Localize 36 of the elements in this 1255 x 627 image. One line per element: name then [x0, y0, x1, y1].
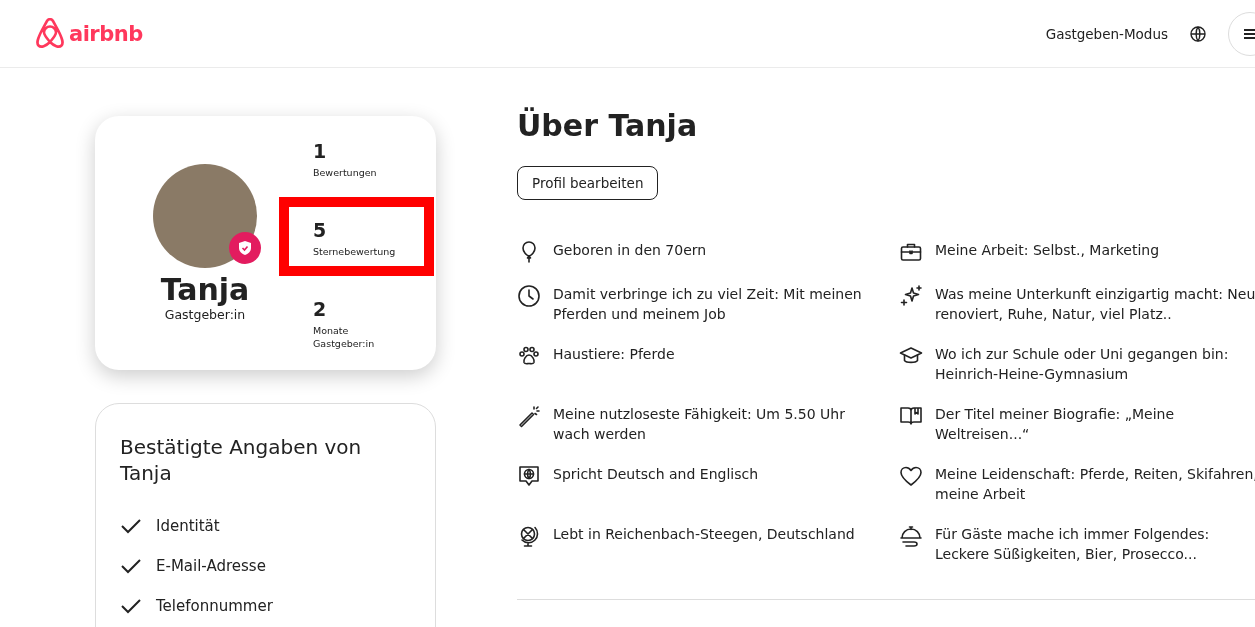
- stat-value: 2: [313, 298, 328, 320]
- heart-icon: [899, 464, 923, 488]
- cloche-icon: [899, 524, 923, 548]
- host-role: Gastgeber:in: [164, 307, 246, 322]
- profile-fact: Der Titel meiner Biografie: „Meine Weltreisen...“: [935, 405, 1176, 444]
- stat-value: 1: [313, 140, 328, 162]
- stat-label: Sternebewertung: [313, 245, 393, 258]
- logo-icon: [35, 17, 65, 50]
- profile-fact: Für Gäste mache ich immer Folgendes: Leckere Süßigkeiten, Bier, Prosecco...: [935, 525, 1211, 564]
- stat-label: Bewertungen: [313, 166, 378, 179]
- profile-fact: Geboren in den 70ern: [553, 241, 708, 260]
- profile-fact: Was meine Unterkunft einzigartig macht: Neu renoviert, Ruhe, Natur, viel Platz..: [935, 285, 1255, 324]
- profile-fact: Meine nutzloseste Fähigkeit: Um 5.50 Uhr wach werden: [553, 405, 846, 444]
- host-name: Tanja: [160, 272, 250, 307]
- host-mode-link[interactable]: Gastgeben-Modus: [1035, 15, 1178, 52]
- profile-fact: Lebt in Reichenbach-Steegen, Deutschland: [553, 525, 856, 544]
- card-title: Bestätigte Angaben von Tanja: [120, 434, 363, 486]
- profile-fact: Wo ich zur Schule oder Uni gegangen bin: Heinrich-Heine-Gymnasium: [935, 345, 1230, 384]
- stat-label: Monate Gastgeber:in: [313, 324, 376, 350]
- clock-icon: [517, 284, 541, 308]
- verified-item: Identität: [156, 517, 220, 535]
- magic-wand-icon: [517, 404, 541, 428]
- page-title: Über Tanja: [517, 108, 699, 144]
- verified-item: E-Mail-Adresse: [156, 557, 266, 575]
- sparkles-icon: [899, 284, 923, 308]
- book-icon: [899, 404, 923, 428]
- edit-profile-button[interactable]: Profil bearbeiten: [517, 166, 659, 200]
- profile-fact: Meine Arbeit: Selbst., Marketing: [935, 241, 1161, 260]
- profile-fact: Damit verbringe ich zu viel Zeit: Mit meinen Pferden und meinem Job: [553, 285, 863, 324]
- profile-fact: Spricht Deutsch and Englisch: [553, 465, 760, 484]
- verified-item: Telefonnummer: [156, 597, 273, 615]
- stat-value: 5: [313, 219, 328, 241]
- speech-bubble-globe-icon: [517, 464, 541, 488]
- profile-fact: Haustiere: Pferde: [553, 345, 676, 364]
- globe-icon[interactable]: [1190, 25, 1206, 42]
- logo-wordmark[interactable]: airbnb: [69, 21, 143, 46]
